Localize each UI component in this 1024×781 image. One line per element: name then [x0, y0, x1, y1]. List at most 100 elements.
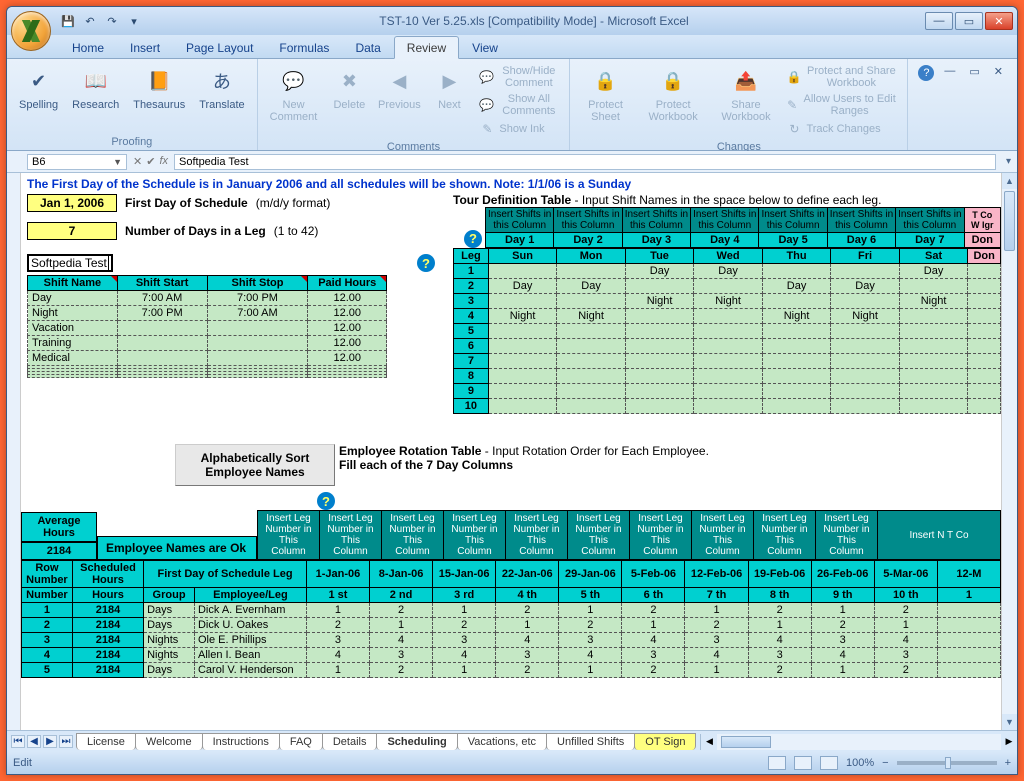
shift-start-cell[interactable]: [117, 321, 207, 336]
confirm-edit-icon[interactable]: ✔: [146, 155, 155, 168]
shift-name-cell[interactable]: Training: [28, 336, 118, 351]
rotation-cell[interactable]: 1: [496, 618, 559, 633]
tour-cell[interactable]: [762, 294, 831, 309]
tour-cell[interactable]: Night: [694, 294, 763, 309]
tour-cell[interactable]: [899, 339, 968, 354]
tour-cell[interactable]: [968, 264, 1001, 279]
scroll-thumb[interactable]: [1004, 191, 1015, 251]
rotation-cell[interactable]: 1: [811, 603, 874, 618]
help-circle-3[interactable]: ?: [317, 492, 335, 510]
previous-comment-button[interactable]: ◀Previous: [377, 63, 421, 113]
tour-cell[interactable]: [557, 264, 626, 279]
thesaurus-button[interactable]: 📙Thesaurus: [129, 63, 189, 113]
tour-cell[interactable]: [762, 264, 831, 279]
shift-name-cell[interactable]: [28, 375, 118, 378]
employee-cell[interactable]: Ole E. Phillips: [194, 633, 306, 648]
rotation-cell[interactable]: 2: [811, 618, 874, 633]
help-button[interactable]: ?: [918, 65, 934, 81]
rotation-cell[interactable]: 4: [306, 648, 369, 663]
tab-formulas[interactable]: Formulas: [266, 36, 342, 58]
scroll-left-icon[interactable]: ◀: [701, 734, 717, 750]
show-hide-comment-button[interactable]: 💬Show/Hide Comment: [477, 63, 561, 91]
protect-share-button[interactable]: 🔒Protect and Share Workbook: [784, 63, 899, 91]
tour-cell[interactable]: [694, 324, 763, 339]
shift-hours-cell[interactable]: 12.00: [308, 306, 387, 321]
tour-cell[interactable]: Day: [488, 279, 557, 294]
rotation-cell[interactable]: 3: [559, 633, 622, 648]
tour-cell[interactable]: [557, 369, 626, 384]
rotation-cell[interactable]: 3: [622, 648, 685, 663]
tour-cell[interactable]: [488, 339, 557, 354]
rotation-cell[interactable]: [937, 648, 1000, 663]
first-day-input[interactable]: Jan 1, 2006: [27, 194, 117, 212]
mdi-restore[interactable]: ▭: [965, 65, 983, 78]
tour-cell[interactable]: [831, 399, 900, 414]
tour-cell[interactable]: [968, 369, 1001, 384]
name-box-dropdown-icon[interactable]: ▼: [113, 157, 122, 167]
tour-cell[interactable]: [831, 339, 900, 354]
zoom-slider[interactable]: [897, 761, 997, 765]
sheet-tab-unfilled-shifts[interactable]: Unfilled Shifts: [546, 733, 635, 750]
formula-input[interactable]: Softpedia Test: [174, 154, 996, 170]
tour-cell[interactable]: [694, 309, 763, 324]
sheet-tab-welcome[interactable]: Welcome: [135, 733, 203, 750]
rotation-cell[interactable]: 1: [433, 603, 496, 618]
employee-cell[interactable]: Dick U. Oakes: [194, 618, 306, 633]
tour-cell[interactable]: [557, 384, 626, 399]
rotation-cell[interactable]: 4: [685, 648, 748, 663]
prev-sheet-button[interactable]: ◀: [27, 735, 41, 748]
tour-cell[interactable]: [762, 354, 831, 369]
help-circle-2[interactable]: ?: [464, 230, 482, 248]
sheet-tab-ot-sign[interactable]: OT Sign: [634, 733, 696, 750]
redo-button[interactable]: ↷: [103, 12, 121, 30]
tour-cell[interactable]: [625, 399, 694, 414]
tour-cell[interactable]: Day: [831, 279, 900, 294]
page-layout-view-button[interactable]: [794, 756, 812, 770]
tour-cell[interactable]: [625, 354, 694, 369]
show-ink-button[interactable]: ✎Show Ink: [477, 119, 561, 139]
tour-cell[interactable]: [968, 309, 1001, 324]
tour-cell[interactable]: [831, 264, 900, 279]
tour-cell[interactable]: [488, 354, 557, 369]
tour-cell[interactable]: [625, 309, 694, 324]
shift-stop-cell[interactable]: 7:00 PM: [207, 291, 308, 306]
group-cell[interactable]: Days: [144, 618, 195, 633]
vertical-scrollbar[interactable]: ▲ ▼: [1001, 173, 1017, 730]
tour-cell[interactable]: [694, 339, 763, 354]
tour-cell[interactable]: Night: [557, 309, 626, 324]
shift-stop-cell[interactable]: [207, 336, 308, 351]
shift-hours-cell[interactable]: [308, 375, 387, 378]
rotation-cell[interactable]: [937, 618, 1000, 633]
protect-sheet-button[interactable]: 🔒Protect Sheet: [578, 63, 632, 125]
rotation-cell[interactable]: 2: [370, 663, 433, 678]
tour-cell[interactable]: [694, 279, 763, 294]
sheet-tab-license[interactable]: License: [76, 733, 136, 750]
h-scroll-thumb[interactable]: [721, 736, 771, 748]
new-comment-button[interactable]: 💬New Comment: [266, 63, 322, 125]
share-workbook-button[interactable]: 📤Share Workbook: [714, 63, 779, 125]
tour-cell[interactable]: [899, 369, 968, 384]
rotation-cell[interactable]: 1: [559, 603, 622, 618]
last-sheet-button[interactable]: ⏭: [59, 735, 73, 748]
employee-cell[interactable]: Dick A. Evernham: [194, 603, 306, 618]
tour-cell[interactable]: [762, 384, 831, 399]
tab-data[interactable]: Data: [342, 36, 393, 58]
save-button[interactable]: 💾: [59, 12, 77, 30]
rotation-cell[interactable]: 3: [685, 633, 748, 648]
rotation-cell[interactable]: 2: [748, 603, 811, 618]
rotation-cell[interactable]: 1: [685, 603, 748, 618]
tour-cell[interactable]: [488, 369, 557, 384]
tour-cell[interactable]: [899, 354, 968, 369]
rotation-cell[interactable]: 2: [559, 618, 622, 633]
rotation-cell[interactable]: 4: [622, 633, 685, 648]
rotation-cell[interactable]: 3: [306, 633, 369, 648]
zoom-out-button[interactable]: −: [882, 757, 888, 769]
close-button[interactable]: ✕: [985, 12, 1013, 30]
next-comment-button[interactable]: ▶Next: [427, 63, 471, 113]
group-cell[interactable]: Days: [144, 663, 195, 678]
first-sheet-button[interactable]: ⏮: [11, 735, 25, 748]
page-break-view-button[interactable]: [820, 756, 838, 770]
qat-dropdown[interactable]: ▾: [125, 12, 143, 30]
tour-cell[interactable]: [899, 384, 968, 399]
rotation-cell[interactable]: [937, 633, 1000, 648]
